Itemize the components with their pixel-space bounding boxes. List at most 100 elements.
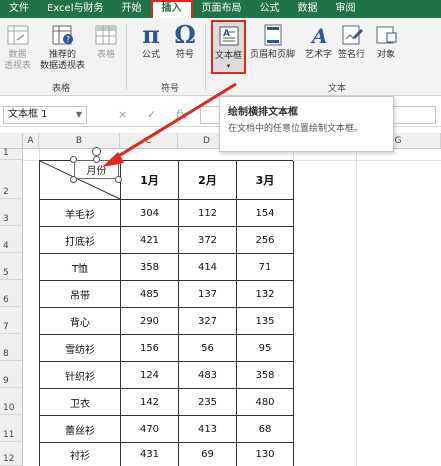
row-header-10[interactable]: 10: [0, 388, 23, 415]
value-cell[interactable]: 71: [237, 254, 294, 281]
value-cell[interactable]: 304: [121, 200, 179, 227]
svg-text:?: ?: [65, 35, 69, 44]
value-cell[interactable]: 358: [121, 254, 179, 281]
enter-icon[interactable]: ✓: [147, 108, 156, 121]
tab-home[interactable]: 开始: [113, 0, 151, 18]
value-cell[interactable]: 413: [179, 416, 237, 443]
value-cell[interactable]: 132: [237, 281, 294, 308]
column-header-a[interactable]: A: [23, 133, 39, 149]
row-header-7[interactable]: 7: [0, 307, 23, 334]
row-label-cell[interactable]: 吊带: [40, 281, 121, 308]
equation-button[interactable]: π 公式: [138, 22, 164, 61]
row-header-6[interactable]: 6: [0, 280, 23, 307]
name-box[interactable]: 文本框 1 ▼: [3, 106, 87, 124]
value-cell[interactable]: 156: [121, 335, 179, 362]
value-cell[interactable]: 372: [179, 227, 237, 254]
value-cell[interactable]: 154: [237, 200, 294, 227]
value-cell[interactable]: 130: [237, 443, 294, 466]
recommended-pivot-button[interactable]: ? 推荐的 数据透视表: [40, 22, 85, 72]
insert-function-icon[interactable]: fx: [176, 108, 186, 121]
column-header-b[interactable]: B: [39, 133, 120, 149]
object-label: 对象: [376, 50, 395, 60]
header-cell-month-1[interactable]: 1月: [121, 161, 179, 200]
tab-excel-finance[interactable]: Excel与财务: [38, 0, 113, 18]
value-cell[interactable]: 431: [121, 443, 179, 466]
textbox-button[interactable]: A 文本框 ▾: [211, 20, 247, 74]
resize-handle[interactable]: [70, 176, 77, 183]
row-header-11[interactable]: 11: [0, 415, 23, 442]
value-cell[interactable]: 290: [121, 308, 179, 335]
value-cell[interactable]: 68: [237, 416, 294, 443]
value-cell[interactable]: 137: [179, 281, 237, 308]
row-label-cell[interactable]: T恤: [40, 254, 121, 281]
row-label-cell[interactable]: 蕾丝衫: [40, 416, 121, 443]
row-header-4[interactable]: 4: [0, 226, 23, 253]
chevron-down-icon[interactable]: ▼: [76, 107, 82, 123]
header-cell-month-2[interactable]: 2月: [179, 161, 237, 200]
value-cell[interactable]: 483: [179, 362, 237, 389]
wordart-button[interactable]: A 艺术字: [305, 22, 332, 61]
table-group-label: 表格: [52, 84, 71, 94]
table-button[interactable]: 表格: [93, 22, 119, 61]
tab-data[interactable]: 数据: [289, 0, 327, 18]
value-cell[interactable]: 256: [237, 227, 294, 254]
value-cell[interactable]: 421: [121, 227, 179, 254]
name-box-value: 文本框 1: [8, 109, 48, 120]
resize-handle[interactable]: [70, 156, 77, 163]
row-label-cell[interactable]: 雪纺衫: [40, 335, 121, 362]
row-header-9[interactable]: 9: [0, 361, 23, 388]
resize-handle[interactable]: [115, 176, 122, 183]
tab-insert[interactable]: 插入: [150, 0, 193, 18]
resize-handle[interactable]: [93, 156, 100, 163]
value-cell[interactable]: 142: [121, 389, 179, 416]
object-button[interactable]: 对象: [373, 22, 399, 61]
resize-handle[interactable]: [115, 156, 122, 163]
data-table: 1月 2月 3月 羊毛衫 304 112 154 打底衫 421 372 256 T恤 358 41…: [39, 160, 294, 466]
rotate-handle[interactable]: [92, 147, 101, 156]
row-label-cell[interactable]: 衬衫: [40, 443, 121, 466]
omega-icon: Ω: [174, 20, 196, 49]
header-cell-month-3[interactable]: 3月: [237, 161, 294, 200]
row-header-1[interactable]: 1: [0, 148, 23, 160]
signature-line-label: 签名行: [338, 50, 366, 60]
row-label-cell[interactable]: 针织衫: [40, 362, 121, 389]
textbox-label: 文本框: [215, 51, 243, 61]
tab-file[interactable]: 文件: [0, 0, 38, 18]
value-cell[interactable]: 358: [237, 362, 294, 389]
symbol-button[interactable]: Ω 符号: [172, 22, 198, 61]
row-label-cell[interactable]: 打底衫: [40, 227, 121, 254]
wordart-icon: A: [306, 22, 332, 48]
pivot-table-button[interactable]: 数据 透视表: [4, 22, 31, 72]
equation-label: 公式: [141, 50, 160, 60]
tab-page-layout[interactable]: 页面布局: [193, 0, 251, 18]
value-cell[interactable]: 112: [179, 200, 237, 227]
column-header-c[interactable]: C: [120, 133, 178, 149]
value-cell[interactable]: 327: [179, 308, 237, 335]
tab-formulas[interactable]: 公式: [251, 0, 289, 18]
value-cell[interactable]: 135: [237, 308, 294, 335]
cancel-icon[interactable]: ×: [118, 108, 127, 121]
row-header-8[interactable]: 8: [0, 334, 23, 361]
value-cell[interactable]: 414: [179, 254, 237, 281]
value-cell[interactable]: 56: [179, 335, 237, 362]
row-header-3[interactable]: 3: [0, 199, 23, 226]
row-header-5[interactable]: 5: [0, 253, 23, 280]
select-all-corner[interactable]: [0, 133, 23, 149]
tab-review[interactable]: 审阅: [327, 0, 365, 18]
header-footer-button[interactable]: 页眉和页脚: [250, 22, 295, 61]
value-cell[interactable]: 124: [121, 362, 179, 389]
value-cell[interactable]: 69: [179, 443, 237, 466]
value-cell[interactable]: 95: [237, 335, 294, 362]
row-header-12[interactable]: 12: [0, 442, 23, 466]
symbol-group-label: 符号: [161, 84, 180, 94]
row-header-2[interactable]: 2: [0, 160, 23, 199]
row-label-cell[interactable]: 羊毛衫: [40, 200, 121, 227]
row-label-cell[interactable]: 背心: [40, 308, 121, 335]
value-cell[interactable]: 480: [237, 389, 294, 416]
value-cell[interactable]: 235: [179, 389, 237, 416]
row-label-cell[interactable]: 卫衣: [40, 389, 121, 416]
tooltip-description: 在文档中的任意位置绘制文本框。: [228, 124, 364, 134]
value-cell[interactable]: 470: [121, 416, 179, 443]
value-cell[interactable]: 485: [121, 281, 179, 308]
signature-line-button[interactable]: 签名行: [338, 22, 365, 61]
